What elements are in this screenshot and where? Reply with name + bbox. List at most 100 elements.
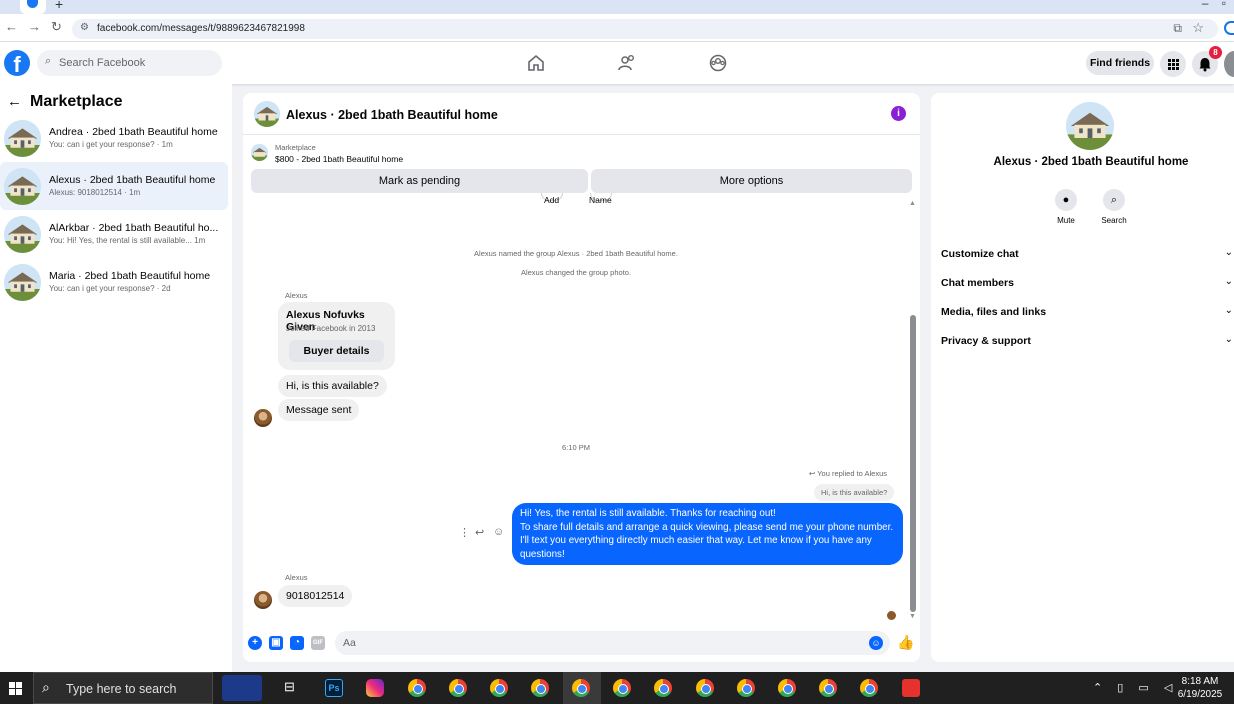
window-controls[interactable]: – ▫	[1202, 0, 1226, 10]
conversation-item[interactable]: Maria · 2bed 1bath Beautiful home You: c…	[0, 258, 228, 306]
back-arrow-icon[interactable]: ←	[7, 93, 22, 110]
group-photo[interactable]	[1066, 102, 1114, 150]
menu-grid-button[interactable]	[1160, 51, 1186, 77]
chat-thumbnail[interactable]	[254, 101, 280, 127]
chrome-icon[interactable]	[778, 679, 796, 697]
instagram-icon[interactable]	[366, 679, 384, 697]
more-options-button[interactable]: More options	[591, 169, 912, 193]
replied-label: ↩ You replied to Alexus	[809, 469, 888, 478]
find-friends-button[interactable]: Find friends	[1086, 51, 1154, 75]
marketplace-title: Marketplace	[30, 93, 123, 110]
url-field[interactable]: ⚙ facebook.com/messages/t/98896234678219…	[72, 19, 1218, 39]
conversation-item[interactable]: Alexus · 2bed 1bath Beautiful home Alexu…	[0, 162, 228, 210]
thumbs-up-icon[interactable]: 👍	[897, 634, 914, 651]
listing-thumbnail	[4, 264, 41, 301]
scroll-up-icon[interactable]: ▲	[909, 200, 916, 207]
taskbar-clock[interactable]: 8:18 AM 6/19/2025	[1170, 675, 1230, 701]
privacy-support-section[interactable]: Privacy & support ⌄	[941, 334, 1234, 347]
buyer-details-button[interactable]: Buyer details	[289, 340, 384, 362]
gif-icon[interactable]: GIF	[311, 636, 325, 650]
react-icon[interactable]: ☺	[493, 526, 504, 538]
chrome-icon[interactable]	[531, 679, 549, 697]
chevron-down-icon: ⌄	[1224, 334, 1233, 345]
site-info-icon[interactable]: ⚙	[80, 22, 89, 33]
windows-taskbar: ⌕ Type here to search ⊟ Ps ⌃ ▯ ▭ ◁ 8:18 …	[0, 672, 1234, 704]
task-view-icon[interactable]: ⊟	[284, 679, 295, 695]
chrome-icon[interactable]	[819, 679, 837, 697]
message-input[interactable]: Aa ☺	[335, 631, 890, 655]
profile-icon[interactable]	[1224, 21, 1234, 35]
customize-chat-section[interactable]: Customize chat ⌄	[941, 247, 1234, 260]
clock-date: 6/19/2025	[1177, 689, 1223, 700]
conversation-name: Alexus · 2bed 1bath Beautiful home	[49, 174, 216, 186]
read-receipt-avatar	[887, 611, 896, 620]
buyer-profile-card: Alexus Nofuvks Given Joined Facebook in …	[278, 302, 395, 370]
reload-icon[interactable]: ↻	[51, 19, 62, 35]
groups-icon[interactable]	[708, 53, 728, 73]
chat-title[interactable]: Alexus · 2bed 1bath Beautiful home	[286, 108, 498, 122]
news-widget-icon[interactable]	[222, 675, 262, 701]
search-icon: ⌕	[1103, 189, 1125, 211]
system-tray-icons[interactable]: ⌃ ▯ ▭ ◁	[1093, 681, 1178, 694]
install-app-icon[interactable]: ⧉	[1173, 21, 1182, 36]
listing-thumbnail	[4, 168, 41, 205]
outgoing-message[interactable]: Hi! Yes, the rental is still available. …	[512, 503, 903, 565]
bookmark-star-icon[interactable]: ☆	[1192, 20, 1204, 36]
outgoing-line: To share full details and arrange a quic…	[520, 521, 894, 560]
info-icon[interactable]: i	[891, 106, 906, 121]
add-action-label[interactable]: Add	[544, 195, 559, 205]
conversation-item[interactable]: Andrea · 2bed 1bath Beautiful home You: …	[0, 114, 228, 162]
chrome-icon[interactable]	[490, 679, 508, 697]
chrome-icon[interactable]	[696, 679, 714, 697]
listing-thumbnail	[251, 144, 268, 161]
incoming-message[interactable]: Message sent	[278, 399, 360, 421]
emoji-icon[interactable]: ☺	[869, 636, 883, 650]
conversation-item[interactable]: AlArkbar · 2bed 1bath Beautiful ho... Yo…	[0, 210, 228, 258]
search-button[interactable]: ⌕ Search	[1094, 189, 1134, 225]
incoming-message[interactable]: 9018012514	[278, 585, 353, 607]
scroll-down-icon[interactable]: ▼	[909, 613, 916, 620]
back-icon[interactable]: ←	[5, 19, 18, 34]
scrollbar-thumb[interactable]	[910, 315, 916, 612]
name-action-label[interactable]: Name	[589, 195, 612, 205]
chat-members-section[interactable]: Chat members ⌄	[941, 276, 1234, 289]
sender-avatar[interactable]	[254, 409, 272, 427]
system-message: Alexus changed the group photo.	[520, 268, 632, 277]
address-bar: ← → ↻ ⚙ facebook.com/messages/t/98896234…	[0, 14, 1234, 42]
chrome-icon[interactable]	[737, 679, 755, 697]
chrome-icon[interactable]	[613, 679, 631, 697]
section-label: Chat members	[941, 277, 1014, 289]
friends-icon[interactable]	[617, 53, 637, 73]
media-files-links-section[interactable]: Media, files and links ⌄	[941, 305, 1234, 318]
taskbar-search-box[interactable]: ⌕ Type here to search	[33, 672, 213, 704]
search-icon: ⌕	[45, 55, 52, 67]
red-app-icon[interactable]	[902, 679, 920, 697]
chrome-icon[interactable]	[408, 679, 426, 697]
reply-icon[interactable]: ↩	[475, 526, 484, 539]
listing-title[interactable]: $800 - 2bed 1bath Beautiful home	[275, 154, 403, 164]
photo-icon[interactable]: ▣	[269, 636, 283, 650]
chrome-icon[interactable]	[449, 679, 467, 697]
incoming-message[interactable]: Hi, is this available?	[278, 375, 387, 397]
sender-avatar[interactable]	[254, 591, 272, 609]
plus-icon[interactable]: +	[248, 636, 262, 650]
marketplace-conversations-panel: ← Marketplace Andrea · 2bed 1bath Beauti…	[0, 84, 232, 672]
mute-button[interactable]: ● Mute	[1046, 189, 1086, 225]
facebook-logo-icon[interactable]: f	[4, 50, 30, 76]
new-tab-icon[interactable]: +	[55, 0, 63, 12]
chat-panel: Alexus · 2bed 1bath Beautiful home i Mar…	[243, 93, 920, 662]
windows-start-icon[interactable]	[9, 682, 22, 695]
home-icon[interactable]	[526, 53, 546, 73]
more-actions-icon[interactable]: ⋮	[459, 526, 470, 539]
photoshop-icon[interactable]: Ps	[325, 679, 343, 697]
chrome-icon[interactable]	[860, 679, 878, 697]
conversation-name: AlArkbar · 2bed 1bath Beautiful ho...	[49, 222, 219, 234]
quoted-message[interactable]: Hi, is this available?	[814, 484, 895, 501]
chrome-icon[interactable]	[654, 679, 672, 697]
facebook-header: f ⌕ Search Facebook Find friends	[0, 42, 1234, 84]
mark-as-pending-button[interactable]: Mark as pending	[251, 169, 588, 193]
forward-icon[interactable]: →	[28, 19, 41, 34]
chrome-icon[interactable]	[572, 679, 590, 697]
sticker-icon[interactable]: ◔	[290, 636, 304, 650]
search-facebook-input[interactable]: ⌕ Search Facebook	[37, 50, 222, 76]
